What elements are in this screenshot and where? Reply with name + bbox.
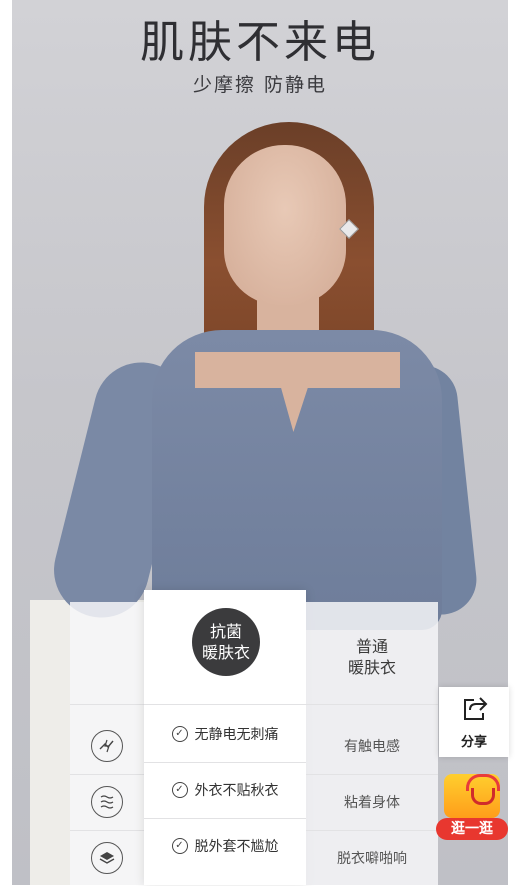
check-icon: ✓ (171, 782, 188, 798)
other-cell: 有触电感 (344, 739, 400, 755)
row-divider (306, 704, 438, 705)
ours-cell: ✓ 无静电无刺痛 (144, 706, 306, 762)
other-column: 普通 暖肤衣 有触电感 粘着身体 脱衣噼啪响 (306, 602, 438, 885)
share-button[interactable]: 分享 (439, 687, 509, 757)
ours-column: 抗菌 暖肤衣 ✓ 无静电无刺痛 ✓ 外衣不贴秋衣 ✓ 脱外套不尴尬 (144, 590, 306, 885)
other-header-line2: 暖肤衣 (347, 658, 396, 677)
row-divider (144, 704, 306, 705)
stroll-label: 逛一逛 (436, 818, 508, 840)
other-cell: 粘着身体 (344, 795, 400, 811)
ours-cell-text: 外衣不贴秋衣 (194, 783, 279, 799)
row-icon-cell (70, 830, 144, 886)
ours-header-line2: 暖肤衣 (201, 643, 250, 662)
ours-cell: ✓ 外衣不贴秋衣 (144, 762, 306, 818)
banner-title: 肌肤不来电 (140, 17, 380, 68)
layers-wave-icon (91, 786, 123, 818)
share-label: 分享 (460, 734, 487, 750)
ours-cell: ✓ 脱外套不尴尬 (144, 818, 306, 874)
model-face (224, 145, 346, 305)
bag-logo (471, 788, 495, 805)
row-icon-cell (70, 718, 144, 774)
shopping-bag-icon (444, 774, 500, 818)
ours-cell-text: 无静电无刺痛 (194, 727, 279, 743)
comparison-table: 抗菌 暖肤衣 ✓ 无静电无刺痛 ✓ 外衣不贴秋衣 ✓ 脱外套不尴尬 普通 暖肤衣… (70, 590, 438, 885)
stacked-layers-icon (91, 842, 123, 874)
ours-cell-text: 脱外套不尴尬 (194, 839, 279, 855)
static-electricity-icon (91, 730, 123, 762)
ours-header-line1: 抗菌 (209, 622, 242, 641)
ours-header-badge: 抗菌 暖肤衣 (192, 608, 260, 676)
check-icon: ✓ (171, 838, 188, 854)
share-icon (460, 695, 488, 727)
icon-column (70, 602, 144, 885)
stroll-button[interactable]: 逛一逛 (436, 770, 508, 842)
other-header: 普通 暖肤衣 (306, 636, 438, 678)
other-header-line1: 普通 (355, 637, 388, 656)
row-icon-cell (70, 774, 144, 830)
row-divider (70, 704, 144, 705)
check-icon: ✓ (171, 726, 188, 742)
other-cell: 脱衣噼啪响 (337, 851, 407, 867)
banner-subtitle: 少摩擦 防静电 (192, 74, 328, 96)
